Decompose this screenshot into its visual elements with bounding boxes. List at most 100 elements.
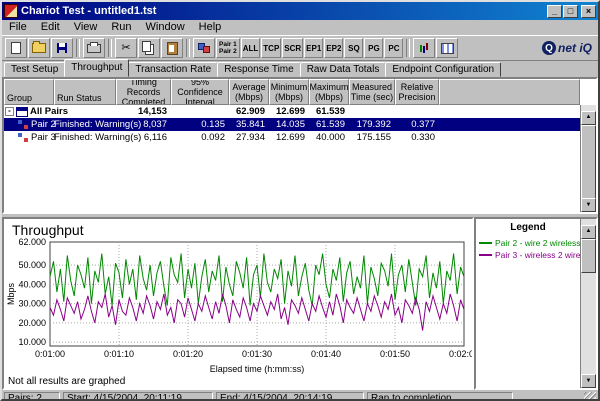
window-controls: _ □ × [547,5,596,18]
svg-text:50.000: 50.000 [18,260,46,270]
table-row-pair-2[interactable]: Pair 2 Finished: Warning(s) 8,037 0.135 … [4,118,580,131]
all-pairs-icon [16,107,28,117]
legend-panel: Legend Pair 2 - wire 2 wireless Pair 3 -… [474,217,598,390]
open-folder-icon [32,43,46,53]
svg-text:Mbps: Mbps [6,283,16,306]
filter-sq-button[interactable]: SQ [344,38,363,58]
measured-time-cell: 175.155 [349,132,395,143]
group-cell: - All Pairs [4,106,54,117]
legend-item-pair-2[interactable]: Pair 2 - wire 2 wireless [476,237,596,249]
tab-endpoint-configuration[interactable]: Endpoint Configuration [385,62,501,77]
menu-file[interactable]: File [2,20,34,35]
filter-pg-button[interactable]: PG [364,38,383,58]
minimize-button[interactable]: _ [547,5,562,18]
measured-time-cell: 179.392 [349,119,395,130]
maximum-cell: 61.539 [309,106,349,117]
pair-group-line2: Pair 2 [219,48,237,55]
tab-throughput[interactable]: Throughput [64,59,129,77]
scrollbar-thumb[interactable] [581,239,596,273]
scissors-icon: ✂ [121,43,130,54]
status-start-time: Start: 4/15/2004, 20:11:19 [63,392,213,401]
copy-button[interactable] [138,38,160,58]
legend-item-pair-3[interactable]: Pair 3 - wireless 2 wire [476,249,596,261]
pair-group-button[interactable]: Pair 1 Pair 2 [216,38,240,58]
filter-scr-button[interactable]: SCR [282,38,303,58]
svg-text:30.000: 30.000 [18,299,46,309]
paste-button[interactable] [161,38,183,58]
tab-transaction-rate[interactable]: Transaction Rate [128,62,218,77]
legend-scrollbar[interactable]: ▲ ▼ [580,219,596,388]
table-scrollbar[interactable]: ▲ ▼ [580,105,596,212]
title-bar: Chariot Test - untitled1.tst _ □ × [2,2,598,20]
svg-text:0:01:00: 0:01:00 [35,349,65,359]
printer-icon [87,44,101,53]
col-header-timing-records[interactable]: Timing Records Completed [116,79,171,105]
scroll-down-icon[interactable]: ▼ [581,374,596,388]
cut-button[interactable]: ✂ [115,38,137,58]
close-button[interactable]: × [581,5,596,18]
status-bar: Pairs: 2 Start: 4/15/2004, 20:11:19 End:… [2,390,598,401]
col-header-relative-precision[interactable]: Relative Precision [395,79,439,105]
average-cell: 35.841 [229,119,269,130]
pair-icon [18,133,28,142]
maximum-cell: 61.539 [309,119,349,130]
menu-view[interactable]: View [67,20,105,35]
filter-pc-button[interactable]: PC [384,38,403,58]
filter-all-button[interactable]: ALL [241,38,261,58]
table-row-all-pairs[interactable]: - All Pairs 14,153 62.909 12.699 61.539 [4,105,580,118]
timing-records-cell: 14,153 [116,106,171,117]
toolbar-separator [406,39,410,57]
col-header-measured-time[interactable]: Measured Time (sec) [349,79,395,105]
col-header-run-status[interactable]: Run Status [54,79,116,105]
minimum-cell: 14.035 [269,119,309,130]
filter-ep1-button[interactable]: EP1 [304,38,323,58]
new-test-button[interactable] [5,38,27,58]
menu-run[interactable]: Run [104,20,138,35]
filter-tcp-button[interactable]: TCP [261,38,281,58]
svg-text:0:01:40: 0:01:40 [311,349,341,359]
svg-text:40.000: 40.000 [18,279,46,289]
scroll-down-icon[interactable]: ▼ [581,198,596,212]
open-test-button[interactable] [28,38,50,58]
col-header-group[interactable]: Group [4,79,54,105]
confidence-cell: 0.092 [171,132,229,143]
col-header-maximum[interactable]: Maximum (Mbps) [309,79,349,105]
chart-footnote: Not all results are graphed [8,376,125,387]
svg-text:0:01:50: 0:01:50 [380,349,410,359]
svg-text:0:01:10: 0:01:10 [104,349,134,359]
svg-text:10.000: 10.000 [18,337,46,347]
netiq-logo-text: net iQ [558,41,592,55]
scroll-up-icon[interactable]: ▲ [581,225,596,239]
filter-ep2-button[interactable]: EP2 [324,38,343,58]
tab-response-time[interactable]: Response Time [217,62,300,77]
scroll-up-icon[interactable]: ▲ [581,111,596,125]
pair-group-line1: Pair 1 [219,41,237,48]
status-end-time: End: 4/15/2004, 20:14:19 [216,392,364,401]
graph-view-button[interactable] [413,38,435,58]
save-button[interactable] [51,38,73,58]
chart-title: Throughput [4,219,472,238]
app-icon [4,4,18,18]
menu-edit[interactable]: Edit [34,20,67,35]
status-pairs: Pairs: 2 [4,392,60,401]
col-header-average[interactable]: Average (Mbps) [229,79,269,105]
col-header-minimum[interactable]: Minimum (Mbps) [269,79,309,105]
print-button[interactable] [83,38,105,58]
bar-chart-icon [420,45,422,52]
grid-view-button[interactable] [436,38,458,58]
tab-bar: Test Setup Throughput Transaction Rate R… [2,61,598,77]
col-header-confidence[interactable]: 95% Confidence Interval [171,79,229,105]
maximum-cell: 40.000 [309,132,349,143]
group-cell: Pair 2 [4,119,54,130]
table-row-pair-3[interactable]: Pair 3 Finished: Warning(s) 6,116 0.092 … [4,131,580,144]
maximize-button[interactable]: □ [563,5,578,18]
menu-help[interactable]: Help [192,20,229,35]
add-pair-button[interactable] [193,38,215,58]
tree-collapse-icon[interactable]: - [5,107,14,116]
legend-swatch [479,254,492,256]
toolbar: ✂ Pair 1 Pair 2 ALL TCP SCR EP1 EP2 SQ P… [2,35,598,61]
menu-window[interactable]: Window [139,20,192,35]
tab-test-setup[interactable]: Test Setup [4,62,65,77]
tab-raw-data-totals[interactable]: Raw Data Totals [300,62,387,77]
resize-grip[interactable] [584,392,596,401]
